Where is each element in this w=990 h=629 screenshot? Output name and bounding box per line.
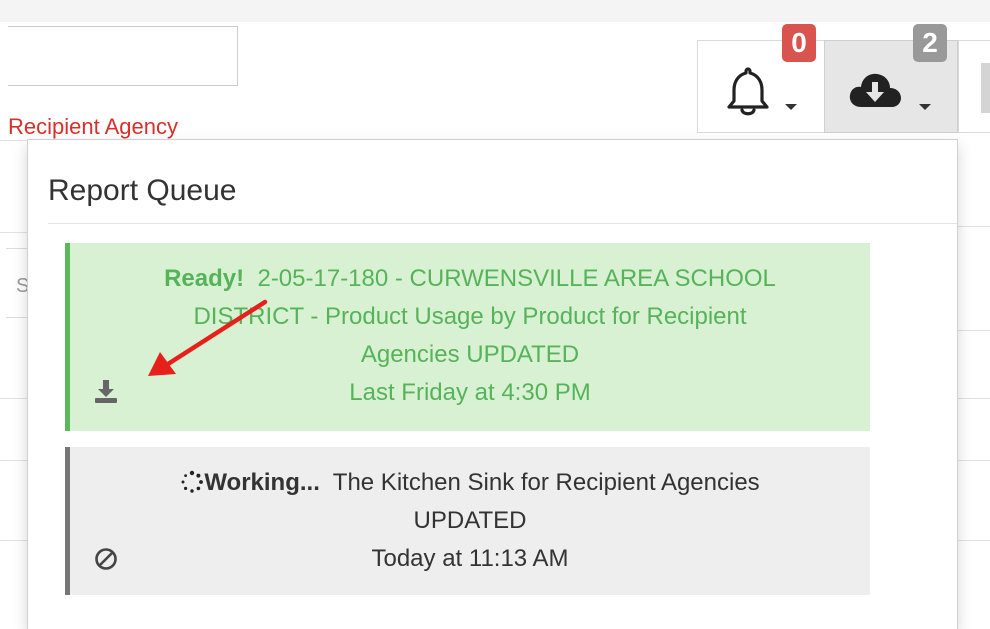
- user-menu-button[interactable]: [958, 40, 990, 133]
- report-queue-item-line: Ready! 2-05-17-180 - CURWENSVILLE AREA S…: [94, 260, 846, 298]
- cloud-download-icon: [849, 73, 901, 107]
- report-status-label: Working...: [204, 469, 320, 496]
- top-strip: [0, 0, 990, 22]
- report-timestamp: Today at 11:13 AM: [371, 545, 569, 572]
- report-queue-item-ready: Ready! 2-05-17-180 - CURWENSVILLE AREA S…: [65, 243, 870, 431]
- report-name-text: The Kitchen Sink for Recipient Agencies: [332, 469, 760, 496]
- chevron-down-icon: [919, 104, 931, 110]
- chevron-down-icon: [785, 104, 797, 110]
- table-row-divider: [958, 540, 990, 541]
- notifications-count-badge: 0: [782, 24, 816, 62]
- table-row-divider: [958, 226, 990, 227]
- report-name-text: UPDATED: [413, 507, 527, 534]
- downloads-count-badge: 2: [913, 24, 947, 62]
- report-queue-title: Report Queue: [48, 174, 237, 207]
- report-name-text: 2-05-17-180 - CURWENSVILLE AREA SCHOOL: [257, 265, 776, 292]
- table-row-divider: [958, 330, 990, 331]
- page-divider: [0, 232, 28, 233]
- page-divider: [0, 140, 28, 141]
- report-timestamp: Last Friday at 4:30 PM: [349, 379, 591, 406]
- report-status-label: Ready!: [164, 265, 245, 292]
- spinner-icon: [181, 470, 204, 493]
- table-row-divider: [0, 398, 28, 399]
- cancel-icon[interactable]: [92, 545, 120, 573]
- report-name-text: DISTRICT - Product Usage by Product for …: [193, 303, 747, 330]
- report-queue-dropdown: Report Queue Ready! 2-05-17-180 - CURWEN…: [27, 139, 958, 629]
- recipient-agency-link[interactable]: Recipient Agency: [8, 114, 178, 140]
- table-row-divider: [0, 540, 28, 541]
- download-icon[interactable]: [92, 377, 120, 405]
- table-row-divider: [0, 460, 28, 461]
- dropdown-divider: [48, 223, 957, 224]
- user-menu-icon: [981, 63, 990, 113]
- table-row-divider: [958, 398, 990, 399]
- bell-icon: [727, 67, 769, 116]
- report-name-text: Agencies UPDATED: [360, 341, 580, 368]
- report-queue-item-line: Working... The Kitchen Sink for Recipien…: [94, 464, 846, 502]
- search-input[interactable]: [8, 26, 238, 86]
- report-queue-item-working: Working... The Kitchen Sink for Recipien…: [65, 447, 870, 595]
- table-row-divider: [958, 460, 990, 461]
